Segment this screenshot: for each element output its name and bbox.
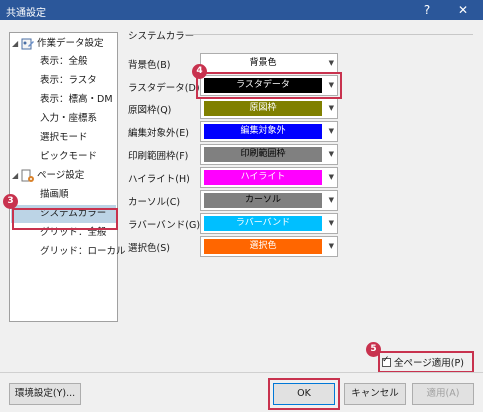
chevron-down-icon: ▼	[328, 219, 334, 227]
label-non-editable: 編集対象外(E)	[128, 128, 189, 139]
tree-item-input-coordinates[interactable]: 入力・座標系	[40, 110, 97, 128]
label-cursor: カーソル(C)	[128, 197, 181, 208]
section-title: システムカラー	[128, 31, 195, 42]
chevron-down-icon: ▼	[328, 150, 334, 158]
combo-rubber-band[interactable]: ラバーバンド ▼	[200, 213, 338, 234]
environment-settings-button[interactable]: 環境設定(Y)...	[9, 383, 81, 405]
collapse-arrow-icon[interactable]: ◢	[12, 35, 18, 53]
tree-item-grid-local[interactable]: グリッド：ローカル	[40, 243, 126, 261]
tree-group-label: ページ設定	[37, 170, 85, 181]
swatch-selection-color: 選択色	[204, 239, 322, 254]
chevron-down-icon: ▼	[328, 104, 334, 112]
swatch-print-frame: 印刷範囲枠	[204, 147, 322, 162]
work-data-settings-icon	[21, 38, 34, 50]
combo-cursor[interactable]: カーソル ▼	[200, 190, 338, 211]
swatch-cursor: カーソル	[204, 193, 322, 208]
close-button[interactable]: ✕	[449, 0, 477, 20]
combo-selection-color[interactable]: 選択色 ▼	[200, 236, 338, 257]
combo-non-editable[interactable]: 編集対象外 ▼	[200, 121, 338, 142]
tree-group-label: 作業データ設定	[37, 38, 104, 49]
page-settings-icon	[21, 169, 34, 182]
window-title: 共通設定	[6, 8, 46, 19]
label-original-frame: 原図枠(Q)	[128, 105, 172, 116]
tree-item-display-raster[interactable]: 表示：ラスタ	[40, 72, 97, 90]
highlight-box-tree	[12, 208, 118, 230]
label-selection-color: 選択色(S)	[128, 243, 170, 254]
tree-item-select-mode[interactable]: 選択モード	[40, 129, 88, 147]
highlight-box-ok	[268, 378, 340, 410]
collapse-arrow-icon[interactable]: ◢	[12, 167, 18, 185]
title-bar: 共通設定 ? ✕	[0, 0, 483, 20]
section-divider	[185, 34, 473, 35]
tree-item-pick-mode[interactable]: ピックモード	[40, 148, 97, 166]
swatch-rubber-band: ラバーバンド	[204, 216, 322, 231]
chevron-down-icon: ▼	[328, 127, 334, 135]
swatch-background: 背景色	[204, 56, 322, 71]
label-raster-data: ラスタデータ(D)	[128, 83, 200, 94]
highlight-box-raster-combo	[196, 72, 342, 99]
tree-item-display-elevation[interactable]: 表示：標高・DM	[40, 91, 113, 109]
settings-tree[interactable]: ◢ 作業データ設定 表示：全般 表示：ラスタ 表示：標高・DM 入力・座標系 選…	[9, 32, 126, 322]
chevron-down-icon: ▼	[328, 196, 334, 204]
combo-original-frame[interactable]: 原図枠 ▼	[200, 98, 338, 119]
help-button[interactable]: ?	[413, 0, 441, 20]
cancel-button[interactable]: キャンセル	[344, 383, 406, 405]
footer-divider	[0, 372, 483, 373]
tree-group-work-data[interactable]: ◢ 作業データ設定	[12, 35, 116, 53]
combo-background[interactable]: 背景色 ▼	[200, 53, 338, 74]
swatch-highlight: ハイライト	[204, 170, 322, 185]
step-badge-5: 5	[366, 342, 381, 357]
chevron-down-icon: ▼	[328, 242, 334, 250]
combo-print-frame[interactable]: 印刷範囲枠 ▼	[200, 144, 338, 165]
swatch-original-frame: 原図枠	[204, 101, 322, 116]
highlight-box-apply-all	[378, 351, 474, 373]
tree-item-display-general[interactable]: 表示：全般	[40, 53, 88, 71]
label-background: 背景色(B)	[128, 60, 171, 71]
dialog-client: ◢ 作業データ設定 表示：全般 表示：ラスタ 表示：標高・DM 入力・座標系 選…	[0, 20, 483, 412]
tree-item-draw-order[interactable]: 描画順	[40, 186, 69, 204]
step-badge-4: 4	[192, 64, 207, 79]
label-highlight: ハイライト(H)	[128, 174, 190, 185]
chevron-down-icon: ▼	[328, 173, 334, 181]
apply-button[interactable]: 適用(A)	[412, 383, 474, 405]
tree-group-page[interactable]: ◢ ページ設定	[12, 167, 116, 185]
combo-highlight[interactable]: ハイライト ▼	[200, 167, 338, 188]
label-rubber-band: ラバーバンド(G)	[128, 220, 201, 231]
chevron-down-icon: ▼	[328, 59, 334, 67]
step-badge-3: 3	[3, 194, 18, 209]
label-print-frame: 印刷範囲枠(F)	[128, 151, 189, 162]
swatch-non-editable: 編集対象外	[204, 124, 322, 139]
